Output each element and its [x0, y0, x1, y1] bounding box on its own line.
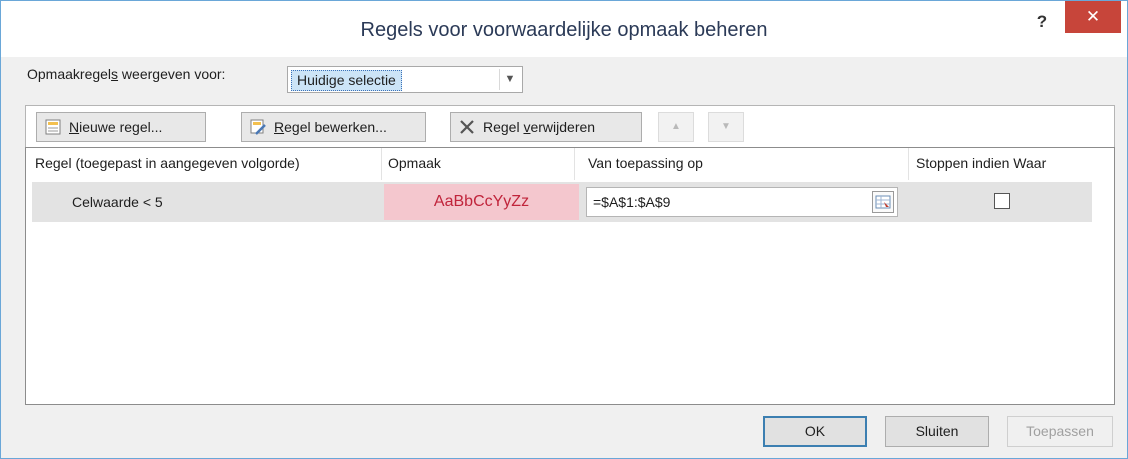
show-rules-label-part: Opmaakregel: [27, 66, 112, 82]
column-header-format: Opmaak: [388, 148, 575, 180]
close-window-button[interactable]: ✕: [1065, 1, 1121, 33]
show-rules-label: Opmaakregels weergeven voor:: [27, 66, 225, 82]
chevron-down-icon[interactable]: ▼: [499, 69, 520, 90]
move-down-button[interactable]: ▼: [708, 112, 744, 142]
show-rules-selected-value: Huidige selectie: [291, 70, 402, 91]
apply-button[interactable]: Toepassen: [1007, 416, 1113, 447]
rules-table: Regel (toegepast in aangegeven volgorde)…: [25, 147, 1115, 405]
conditional-formatting-dialog: Regels voor voorwaardelijke opmaak beher…: [0, 0, 1128, 459]
delete-rule-button[interactable]: Regel verwijderen: [450, 112, 642, 142]
title-bar: Regels voor voorwaardelijke opmaak beher…: [1, 1, 1127, 57]
column-header-rule: Regel (toegepast in aangegeven volgorde): [35, 148, 382, 180]
move-up-icon: ▲: [671, 121, 681, 132]
move-up-button[interactable]: ▲: [658, 112, 694, 142]
rules-toolbar: Nieuwe regel... Regel bewerken... Regel …: [25, 105, 1115, 147]
range-select-button[interactable]: [872, 191, 894, 213]
edit-rule-label: egel bewerken...: [284, 119, 387, 135]
delete-icon: [460, 120, 474, 134]
new-rule-accesskey: N: [69, 119, 80, 135]
format-preview: AaBbCcYyZz: [384, 184, 579, 220]
range-select-icon: [875, 195, 891, 209]
move-down-icon: ▼: [721, 121, 731, 132]
table-row[interactable]: Celwaarde < 5 AaBbCcYyZz =$A$1:$A$9: [32, 182, 1092, 222]
column-header-applies-to: Van toepassing op: [588, 148, 909, 180]
help-button[interactable]: ?: [1031, 11, 1053, 33]
new-rule-icon: [45, 119, 61, 135]
applies-to-field[interactable]: =$A$1:$A$9: [586, 187, 898, 217]
edit-rule-accesskey: R: [274, 119, 285, 135]
new-rule-button[interactable]: Nieuwe regel...: [36, 112, 206, 142]
show-rules-label-accesskey: s: [111, 66, 119, 82]
edit-rule-icon: [250, 119, 266, 135]
stop-if-true-checkbox[interactable]: [994, 193, 1010, 209]
column-header-stop-if-true: Stoppen indien Waar: [916, 155, 1047, 171]
delete-rule-label: Regel: [483, 119, 524, 135]
delete-rule-label-rest: erwijderen: [530, 119, 596, 135]
applies-to-value: =$A$1:$A$9: [593, 194, 671, 210]
ok-button[interactable]: OK: [763, 416, 867, 447]
rule-description: Celwaarde < 5: [72, 194, 163, 210]
edit-rule-button[interactable]: Regel bewerken...: [241, 112, 426, 142]
new-rule-label: ieuwe regel...: [79, 119, 163, 135]
show-rules-label-part: weergeven voor:: [118, 66, 226, 82]
dialog-title: Regels voor voorwaardelijke opmaak beher…: [360, 19, 768, 41]
close-button[interactable]: Sluiten: [885, 416, 989, 447]
show-rules-select[interactable]: Huidige selectie ▼: [287, 66, 523, 93]
